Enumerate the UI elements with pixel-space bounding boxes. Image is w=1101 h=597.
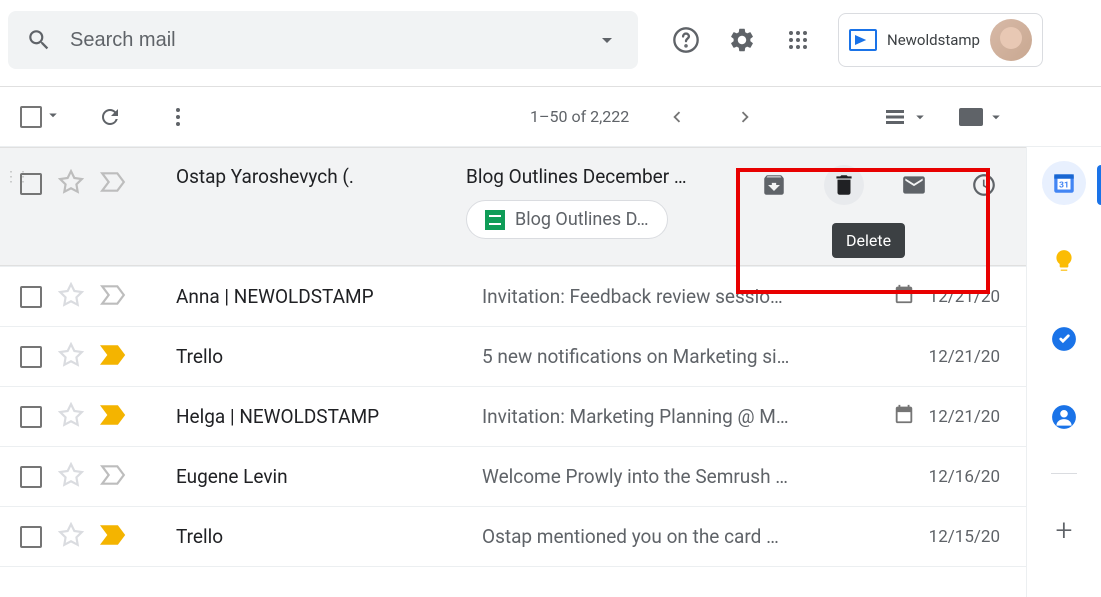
calendar-attachment-icon bbox=[893, 403, 915, 430]
brand-icon bbox=[849, 29, 877, 51]
hover-actions: Delete bbox=[754, 165, 1004, 205]
contacts-addon-icon[interactable] bbox=[1042, 395, 1086, 439]
row-right: 12/21/20 bbox=[893, 403, 1006, 430]
delete-button[interactable] bbox=[824, 165, 864, 205]
select-all[interactable] bbox=[20, 106, 62, 128]
more-button[interactable] bbox=[158, 97, 198, 137]
date: 12/16/20 bbox=[929, 467, 1000, 487]
select-all-checkbox[interactable] bbox=[20, 106, 42, 128]
important-icon[interactable] bbox=[100, 344, 126, 370]
prev-page-button[interactable] bbox=[657, 97, 697, 137]
star-icon[interactable] bbox=[58, 282, 84, 312]
subject: 5 new notifications on Marketing si… bbox=[482, 345, 913, 368]
search-icon[interactable] bbox=[16, 17, 62, 63]
delete-tooltip: Delete bbox=[832, 223, 905, 258]
search-container[interactable] bbox=[8, 11, 638, 69]
email-row[interactable]: Trello 5 new notifications on Marketing s… bbox=[0, 327, 1026, 387]
sender: Trello bbox=[176, 345, 466, 368]
important-icon[interactable] bbox=[100, 524, 126, 550]
row-right: 12/16/20 bbox=[929, 467, 1006, 487]
split-pane-toggle[interactable] bbox=[883, 105, 929, 129]
row-controls bbox=[20, 342, 160, 372]
important-icon[interactable] bbox=[100, 171, 126, 197]
svg-text:31: 31 bbox=[1059, 180, 1069, 190]
toolbar: 1–50 of 2,222 bbox=[0, 87, 1101, 147]
drag-handle-icon[interactable]: ⋮⋮ bbox=[4, 169, 28, 185]
email-row[interactable]: Helga | NEWOLDSTAMP Invitation: Marketing… bbox=[0, 387, 1026, 447]
star-icon[interactable] bbox=[58, 462, 84, 492]
calendar-attachment-icon bbox=[893, 283, 915, 310]
date: 12/21/20 bbox=[929, 287, 1000, 307]
subject: Ostap mentioned you on the card … bbox=[482, 525, 913, 548]
row-controls bbox=[20, 402, 160, 432]
star-icon[interactable] bbox=[58, 402, 84, 432]
mark-unread-button[interactable] bbox=[894, 165, 934, 205]
calendar-addon-icon[interactable]: 31 bbox=[1042, 161, 1086, 205]
sender: Anna | NEWOLDSTAMP bbox=[176, 285, 466, 308]
snooze-button[interactable] bbox=[964, 165, 1004, 205]
header-right: Newoldstamp bbox=[664, 13, 1043, 67]
select-dropdown-icon[interactable] bbox=[44, 106, 62, 128]
side-panel: 31 + bbox=[1027, 147, 1101, 597]
date: 12/21/20 bbox=[929, 407, 1000, 427]
row-controls bbox=[20, 462, 160, 492]
row-controls bbox=[20, 282, 160, 312]
search-options-dropdown[interactable] bbox=[584, 17, 630, 63]
avatar[interactable] bbox=[990, 19, 1032, 61]
sender: Helga | NEWOLDSTAMP bbox=[176, 405, 466, 428]
row-checkbox[interactable] bbox=[20, 526, 42, 548]
email-row-hovered[interactable]: ⋮⋮ Ostap Yaroshevych (. Blog Outlines De… bbox=[0, 147, 1026, 267]
next-page-button[interactable] bbox=[725, 97, 765, 137]
search-input[interactable] bbox=[62, 29, 584, 52]
email-row[interactable]: Eugene Levin Welcome Prowly into the Semr… bbox=[0, 447, 1026, 507]
star-icon[interactable] bbox=[58, 169, 84, 199]
important-icon[interactable] bbox=[100, 464, 126, 490]
toolbar-right bbox=[883, 105, 1005, 129]
row-right: 12/21/20 bbox=[893, 283, 1006, 310]
row-checkbox[interactable] bbox=[20, 286, 42, 308]
row-checkbox[interactable] bbox=[20, 346, 42, 368]
pagination-text: 1–50 of 2,222 bbox=[530, 107, 629, 126]
row-checkbox[interactable] bbox=[20, 406, 42, 428]
row-checkbox[interactable] bbox=[20, 466, 42, 488]
archive-button[interactable] bbox=[754, 165, 794, 205]
help-icon[interactable] bbox=[664, 18, 708, 62]
keep-addon-icon[interactable] bbox=[1042, 239, 1086, 283]
side-separator bbox=[1051, 473, 1077, 474]
apps-grid-icon[interactable] bbox=[776, 18, 820, 62]
account-chip[interactable]: Newoldstamp bbox=[838, 13, 1043, 67]
email-row[interactable]: Trello Ostap mentioned you on the card … 1… bbox=[0, 507, 1026, 567]
brand-label: Newoldstamp bbox=[887, 31, 980, 49]
sender: Ostap Yaroshevych (. bbox=[176, 165, 466, 188]
important-icon[interactable] bbox=[100, 284, 126, 310]
pagination: 1–50 of 2,222 bbox=[530, 97, 765, 137]
subject: Invitation: Marketing Planning @ M… bbox=[482, 405, 877, 428]
star-icon[interactable] bbox=[58, 522, 84, 552]
input-tools-toggle[interactable] bbox=[959, 108, 1005, 126]
sender: Trello bbox=[176, 525, 466, 548]
attachment-chip[interactable]: Blog Outlines D… bbox=[466, 200, 668, 239]
header: Newoldstamp bbox=[0, 0, 1101, 80]
tasks-addon-icon[interactable] bbox=[1042, 317, 1086, 361]
sheets-icon bbox=[485, 210, 505, 230]
get-addons-button[interactable]: + bbox=[1042, 508, 1086, 552]
row-right: 12/15/20 bbox=[929, 527, 1006, 547]
side-indicator bbox=[1097, 165, 1101, 205]
email-row[interactable]: Anna | NEWOLDSTAMP Invitation: Feedback r… bbox=[0, 267, 1026, 327]
subject: Invitation: Feedback review sessio… bbox=[482, 285, 877, 308]
row-controls bbox=[20, 165, 160, 199]
main: ⋮⋮ Ostap Yaroshevych (. Blog Outlines De… bbox=[0, 147, 1101, 597]
important-icon[interactable] bbox=[100, 404, 126, 430]
email-list: ⋮⋮ Ostap Yaroshevych (. Blog Outlines De… bbox=[0, 147, 1027, 597]
sender: Eugene Levin bbox=[176, 465, 466, 488]
settings-gear-icon[interactable] bbox=[720, 18, 764, 62]
row-right: 12/21/20 bbox=[929, 347, 1006, 367]
star-icon[interactable] bbox=[58, 342, 84, 372]
refresh-button[interactable] bbox=[90, 97, 130, 137]
subject: Welcome Prowly into the Semrush … bbox=[482, 465, 913, 488]
row-controls bbox=[20, 522, 160, 552]
attachment-label: Blog Outlines D… bbox=[515, 209, 649, 230]
date: 12/15/20 bbox=[929, 527, 1000, 547]
date: 12/21/20 bbox=[929, 347, 1000, 367]
